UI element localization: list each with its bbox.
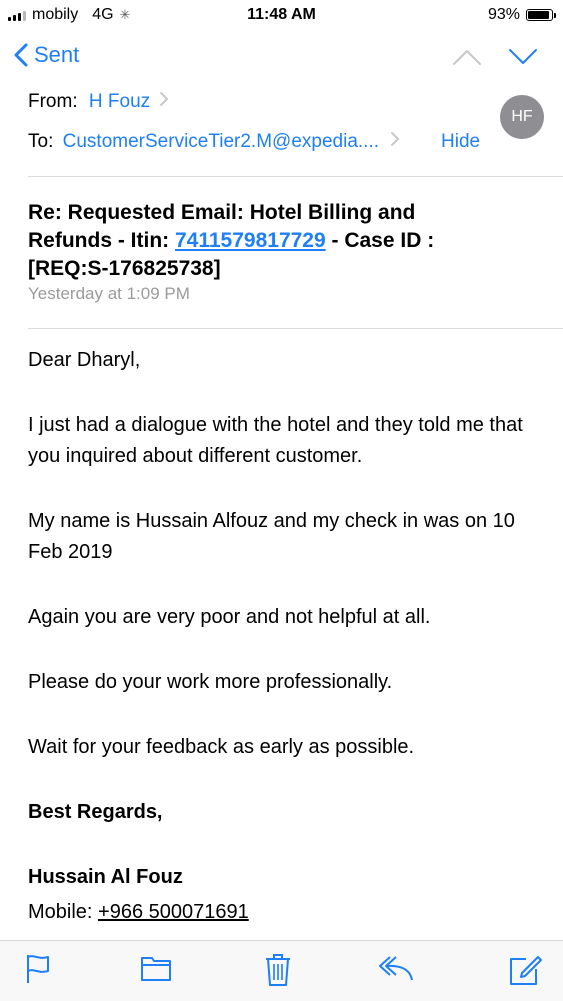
flag-icon[interactable] — [24, 953, 52, 985]
header-divider — [28, 176, 563, 177]
status-bar: mobily 4G ✳ 11:48 AM 93% — [0, 0, 563, 30]
body-paragraph-5: Wait for your feedback as early as possi… — [28, 736, 415, 758]
back-button[interactable]: Sent — [14, 42, 79, 68]
from-row: From: H Fouz — [28, 91, 169, 113]
email-body: Dear Dharyl, I just had a dialogue with … — [28, 345, 548, 928]
subject-line-2: Refunds - Itin: 7411579817729 - Case ID … — [28, 227, 538, 255]
trash-icon[interactable] — [264, 953, 292, 987]
signature-name: Hussain Al Fouz — [28, 866, 183, 888]
next-message-chevron-down-icon[interactable] — [508, 48, 538, 66]
sender-avatar[interactable]: HF — [500, 95, 544, 139]
compose-icon[interactable] — [508, 953, 542, 987]
chevron-left-icon — [14, 43, 28, 67]
to-row: To: CustomerServiceTier2.M@expedia.... — [28, 131, 400, 153]
navigation-bar: Sent — [0, 34, 563, 82]
reply-icon[interactable] — [378, 953, 414, 983]
signature-mobile: Mobile: +966 500071691 — [28, 897, 548, 928]
body-paragraph-4: Please do your work more professionally. — [28, 671, 393, 693]
itin-number-link[interactable]: 7411579817729 — [175, 229, 326, 252]
battery-icon — [526, 9, 556, 21]
chevron-right-icon — [391, 132, 400, 146]
chevron-right-icon — [160, 92, 169, 106]
subject-line-3: [REQ:S-176825738] — [28, 257, 221, 280]
mobile-label: Mobile: — [28, 901, 99, 923]
closing: Best Regards, — [28, 801, 163, 823]
body-paragraph-3: Again you are very poor and not helpful … — [28, 606, 431, 628]
status-right: 93% — [487, 6, 556, 24]
body-paragraph-1: I just had a dialogue with the hotel and… — [28, 414, 523, 467]
phone-number-link[interactable]: +966 500071691 — [98, 901, 249, 923]
to-label: To: — [28, 131, 54, 152]
subject-itin-prefix: Refunds - Itin: — [28, 229, 175, 252]
previous-message-chevron-up-icon[interactable] — [452, 48, 482, 66]
sender-name-link[interactable]: H Fouz — [89, 91, 150, 112]
greeting: Dear Dharyl, — [28, 349, 141, 371]
from-label: From: — [28, 91, 78, 112]
email-subject: Re: Requested Email: Hotel Billing and R… — [28, 199, 538, 283]
email-date: Yesterday at 1:09 PM — [28, 284, 190, 303]
subject-divider — [28, 328, 563, 329]
subject-case-id-label: - Case ID : — [325, 229, 435, 252]
subject-line-1: Re: Requested Email: Hotel Billing and — [28, 201, 416, 224]
back-button-label: Sent — [34, 42, 80, 67]
status-time: 11:48 AM — [247, 6, 316, 23]
body-paragraph-2: My name is Hussain Alfouz and my check i… — [28, 510, 515, 563]
hide-details-button[interactable]: Hide — [441, 131, 480, 153]
bottom-toolbar — [0, 940, 563, 1001]
battery-percent: 93% — [487, 6, 520, 23]
recipient-address-link[interactable]: CustomerServiceTier2.M@expedia.... — [63, 131, 379, 152]
folder-icon[interactable] — [140, 953, 172, 983]
